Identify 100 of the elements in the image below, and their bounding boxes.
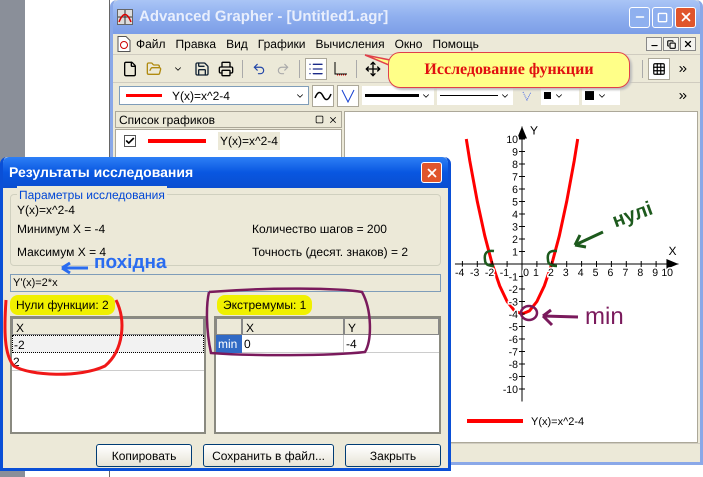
x-tick-label: 1	[533, 267, 539, 279]
line-width-select[interactable]	[362, 86, 434, 105]
x-tick-label: 9	[652, 267, 658, 279]
close-button[interactable]	[421, 162, 442, 183]
close-button[interactable]	[675, 6, 696, 28]
x-tick-label: 6	[608, 267, 614, 279]
dialog-button[interactable]: Сохранить в файл...	[203, 444, 334, 467]
handwritten-note: min	[585, 305, 624, 329]
derivative-field: Y'(x)=2*x	[10, 274, 441, 292]
menu-item[interactable]: Правка	[170, 35, 222, 53]
y-tick-label: -6	[508, 334, 518, 346]
app-icon	[117, 9, 133, 25]
row-header[interactable]: min	[216, 335, 242, 353]
restore-doc-button[interactable]	[663, 37, 679, 51]
extrema-label: Экстремумы: 1	[217, 295, 312, 315]
column-header[interactable]: Y	[344, 318, 439, 335]
restore-icon	[666, 40, 676, 48]
hand-drawn-bracket	[484, 250, 494, 268]
close-doc-button[interactable]	[680, 37, 696, 51]
y-tick-label: 9	[512, 146, 518, 158]
column-header[interactable]: X	[242, 318, 344, 335]
y-tick-label: -10	[502, 384, 518, 396]
x-tick-label: -3	[470, 267, 480, 279]
maximize-icon	[657, 12, 668, 22]
minimize-doc-button[interactable]	[646, 37, 662, 51]
hand-drawn-ellipse	[520, 304, 538, 322]
close-icon	[683, 39, 693, 49]
y-tick-label: 8	[512, 159, 518, 171]
panel-title: Список графиков	[119, 112, 216, 128]
table-cell[interactable]: -2	[12, 335, 204, 353]
menu-item[interactable]: Графики	[252, 35, 310, 53]
wave-icon[interactable]	[312, 84, 334, 106]
y-tick-label: 5	[512, 196, 518, 208]
y-tick-label: -5	[508, 322, 518, 334]
menu-item[interactable]: Окно	[390, 35, 428, 53]
x-tick-label: -4	[455, 267, 464, 279]
y-tick-label: -4	[508, 309, 518, 321]
graph-list-item[interactable]: Y(x)=x^2-4	[218, 132, 280, 150]
graph-select[interactable]: Y(x)=x^2-4	[119, 86, 309, 105]
grid-icon[interactable]	[648, 58, 670, 80]
group-legend: Параметры исследования	[17, 186, 167, 204]
x-tick-label: 7	[622, 267, 628, 279]
y-tick-label: -2	[508, 284, 518, 296]
x-tick-label: 0	[523, 267, 529, 279]
y-tick-label: 2	[512, 234, 518, 246]
min-x-label: Минимум X = -4	[17, 221, 106, 238]
close-icon	[678, 10, 692, 24]
y-tick-label: -3	[508, 296, 518, 308]
x-tick-label: -2	[484, 267, 494, 279]
y-tick-label: 10	[506, 134, 518, 146]
close-icon	[424, 166, 438, 180]
dialog-title: Результаты исследования	[9, 163, 194, 182]
list-icon[interactable]	[305, 58, 327, 80]
y-tick-label: -1	[508, 272, 518, 284]
y-axis-label: Y	[530, 124, 538, 138]
x-tick-label: 4	[578, 267, 584, 279]
menu-item[interactable]: Вид	[221, 35, 253, 53]
square-icon	[585, 91, 594, 100]
x-tick-label: 10	[661, 267, 673, 279]
hand-drawn-arrow	[574, 230, 604, 248]
y-tick-label: 6	[512, 184, 518, 196]
line-sample	[440, 95, 498, 96]
zeros-label: Нули функции: 2	[10, 295, 115, 315]
x-tick-label: 5	[592, 267, 598, 279]
window-title: Advanced Grapher - [Untitled1.agr]	[139, 6, 390, 27]
x-tick-label: 3	[562, 267, 569, 279]
dialog-button[interactable]: Закрыть	[345, 444, 441, 467]
menu-item[interactable]: Вычисления	[310, 35, 390, 53]
line-sample	[365, 94, 419, 97]
legend-line	[467, 419, 523, 423]
handwritten-note: нулі	[610, 198, 656, 232]
x-tick-label: 8	[637, 267, 644, 279]
function-label: Y(x)=x^2-4	[17, 202, 76, 219]
menu-item[interactable]: Файл	[131, 35, 171, 53]
menu-item[interactable]: Помощь	[427, 35, 484, 53]
column-header[interactable]: X	[12, 318, 204, 335]
legend-label: Y(x)=x^2-4	[531, 416, 584, 428]
document-icon	[117, 36, 131, 52]
precision-label: Точность (десят. знаков) = 2	[252, 244, 410, 261]
y-tick-label: 7	[512, 172, 518, 184]
check-icon	[125, 136, 135, 146]
x-tick-label: -1	[500, 267, 510, 279]
v-shape-icon[interactable]	[337, 84, 359, 106]
line-sample	[126, 94, 162, 97]
y-tick-label: 1	[512, 246, 518, 258]
table-cell: 0	[242, 335, 344, 353]
y-tick-label: -8	[508, 359, 518, 371]
y-tick-label: -7	[508, 346, 518, 358]
dialog-button[interactable]: Копировать	[96, 444, 192, 467]
checkbox[interactable]	[124, 135, 136, 147]
y-tick-label: 3	[512, 222, 518, 234]
x-axis-label: X	[668, 244, 676, 258]
dock-icon[interactable]	[315, 115, 324, 124]
y-tick-label: -9	[508, 372, 518, 384]
table-cell-text: -4	[345, 336, 358, 353]
close-icon[interactable]	[328, 114, 338, 124]
y-tick-label: 4	[512, 209, 518, 221]
hand-drawn-bracket	[546, 250, 558, 268]
hand-drawn-arrow	[60, 262, 90, 274]
hand-drawn-arrow	[542, 308, 580, 326]
